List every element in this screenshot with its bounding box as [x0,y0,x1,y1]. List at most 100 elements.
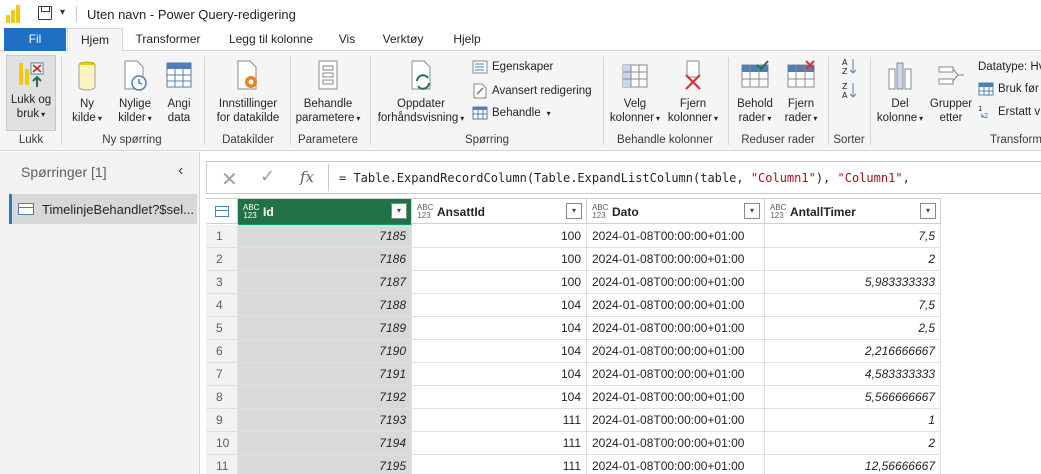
table-menu-button[interactable] [206,199,238,224]
cell-dato[interactable]: 2024-01-08T00:00:00+01:00 [587,409,765,431]
cell-antalltimer[interactable]: 7,5 [765,294,941,316]
properties-button[interactable]: Egenskaper [472,60,553,74]
row-number[interactable]: 2 [206,248,238,270]
cell-id[interactable]: 7193 [238,409,412,431]
refresh-preview-button[interactable]: Oppdater forhåndsvisning ▾ [374,55,468,126]
row-number[interactable]: 8 [206,386,238,408]
filter-dropdown-icon[interactable]: ▾ [920,203,936,219]
cell-antalltimer[interactable]: 2 [765,248,941,270]
manage-button[interactable]: Behandle ▾ [472,106,551,120]
cell-antalltimer[interactable]: 1 [765,409,941,431]
cell-ansattid[interactable]: 104 [412,317,587,339]
cell-id[interactable]: 7192 [238,386,412,408]
column-header-ansattid[interactable]: ABC 123 AnsattId ▾ [412,199,587,224]
remove-rows-button[interactable]: Fjern rader ▾ [780,55,822,126]
cell-dato[interactable]: 2024-01-08T00:00:00+01:00 [587,225,765,247]
tab-verktoy[interactable]: Verktøy [375,28,431,51]
cell-ansattid[interactable]: 100 [412,225,587,247]
row-number[interactable]: 9 [206,409,238,431]
row-number[interactable]: 3 [206,271,238,293]
sort-descending-button[interactable]: ZA [838,81,860,103]
cell-ansattid[interactable]: 104 [412,294,587,316]
cell-id[interactable]: 7191 [238,363,412,385]
sort-ascending-button[interactable]: AZ [838,57,860,79]
group-by-button[interactable]: Grupper etter [928,55,974,125]
tab-legg-til-kolonne[interactable]: Legg til kolonne [221,28,321,51]
cell-antalltimer[interactable]: 4,583333333 [765,363,941,385]
manage-parameters-button[interactable]: Behandle parametere ▾ [293,55,363,126]
column-header-antalltimer[interactable]: ABC 123 AntallTimer ▾ [765,199,941,224]
save-icon[interactable] [38,6,52,20]
cell-antalltimer[interactable]: 7,5 [765,225,941,247]
cell-id[interactable]: 7190 [238,340,412,362]
filter-dropdown-icon[interactable]: ▾ [566,203,582,219]
cancel-formula-icon[interactable]: ✕ [221,167,238,192]
advanced-editor-button[interactable]: Avansert redigering [472,83,592,99]
cell-dato[interactable]: 2024-01-08T00:00:00+01:00 [587,340,765,362]
cell-antalltimer[interactable]: 5,566666667 [765,386,941,408]
fx-icon[interactable]: fx [300,168,314,186]
cell-dato[interactable]: 2024-01-08T00:00:00+01:00 [587,386,765,408]
choose-columns-button[interactable]: Velg kolonner ▾ [606,55,664,126]
cell-ansattid[interactable]: 104 [412,386,587,408]
cell-dato[interactable]: 2024-01-08T00:00:00+01:00 [587,363,765,385]
collapse-panel-chevron-icon[interactable]: ‹ [178,162,183,180]
formula-input[interactable]: = Table.ExpandRecordColumn(Table.ExpandL… [339,171,910,185]
recent-sources-button[interactable]: Nylige kilder ▾ [113,55,157,126]
data-source-settings-button[interactable]: Innstillinger for datakilde [212,55,284,125]
query-item[interactable]: TimelinjeBehandlet?$sel... [9,194,197,224]
cell-id[interactable]: 7194 [238,432,412,454]
remove-columns-button[interactable]: Fjern kolonner ▾ [664,55,722,126]
row-number[interactable]: 7 [206,363,238,385]
replace-values-button[interactable]: 12 Erstatt v [978,105,1040,119]
cell-dato[interactable]: 2024-01-08T00:00:00+01:00 [587,317,765,339]
split-column-button[interactable]: Del kolonne ▾ [874,55,926,126]
column-header-dato[interactable]: ABC 123 Dato ▾ [587,199,765,224]
keep-rows-button[interactable]: Behold rader ▾ [732,55,778,126]
cell-antalltimer[interactable]: 5,983333333 [765,271,941,293]
cell-ansattid[interactable]: 104 [412,340,587,362]
cell-id[interactable]: 7187 [238,271,412,293]
cell-antalltimer[interactable]: 12,56666667 [765,455,941,474]
use-first-row-button[interactable]: Bruk før [978,82,1039,96]
column-header-id[interactable]: ABC 123 Id ▾ [238,199,412,227]
cell-dato[interactable]: 2024-01-08T00:00:00+01:00 [587,248,765,270]
cell-antalltimer[interactable]: 2,216666667 [765,340,941,362]
cell-ansattid[interactable]: 104 [412,363,587,385]
row-number[interactable]: 6 [206,340,238,362]
cell-ansattid[interactable]: 111 [412,455,587,474]
cell-ansattid[interactable]: 100 [412,248,587,270]
close-and-apply-button[interactable]: Lukk og bruk ▾ [6,55,56,131]
row-number[interactable]: 1 [206,225,238,247]
cell-id[interactable]: 7185 [238,225,412,247]
datatype-dropdown[interactable]: Datatype: Hv [978,61,1041,73]
new-source-button[interactable]: Ny kilde ▾ [67,55,107,126]
cell-dato[interactable]: 2024-01-08T00:00:00+01:00 [587,455,765,474]
cell-ansattid[interactable]: 111 [412,409,587,431]
tab-vis[interactable]: Vis [332,28,362,51]
cell-antalltimer[interactable]: 2,5 [765,317,941,339]
row-number[interactable]: 11 [206,455,238,474]
tab-fil[interactable]: Fil [4,28,66,51]
tab-transformer[interactable]: Transformer [128,28,208,51]
tab-hjelp[interactable]: Hjelp [445,28,489,51]
cell-ansattid[interactable]: 111 [412,432,587,454]
cell-dato[interactable]: 2024-01-08T00:00:00+01:00 [587,432,765,454]
confirm-formula-icon[interactable]: ✓ [260,166,275,187]
row-number[interactable]: 10 [206,432,238,454]
cell-ansattid[interactable]: 100 [412,271,587,293]
tab-hjem[interactable]: Hjem [67,28,123,52]
row-number[interactable]: 5 [206,317,238,339]
quick-access-dropdown[interactable]: ▾ [60,7,65,18]
cell-dato[interactable]: 2024-01-08T00:00:00+01:00 [587,294,765,316]
filter-dropdown-icon[interactable]: ▾ [744,203,760,219]
cell-id[interactable]: 7195 [238,455,412,474]
filter-dropdown-icon[interactable]: ▾ [391,203,407,219]
cell-antalltimer[interactable]: 2 [765,432,941,454]
cell-id[interactable]: 7188 [238,294,412,316]
cell-dato[interactable]: 2024-01-08T00:00:00+01:00 [587,271,765,293]
cell-id[interactable]: 7186 [238,248,412,270]
enter-data-button[interactable]: Angi data [162,55,196,125]
row-number[interactable]: 4 [206,294,238,316]
cell-id[interactable]: 7189 [238,317,412,339]
